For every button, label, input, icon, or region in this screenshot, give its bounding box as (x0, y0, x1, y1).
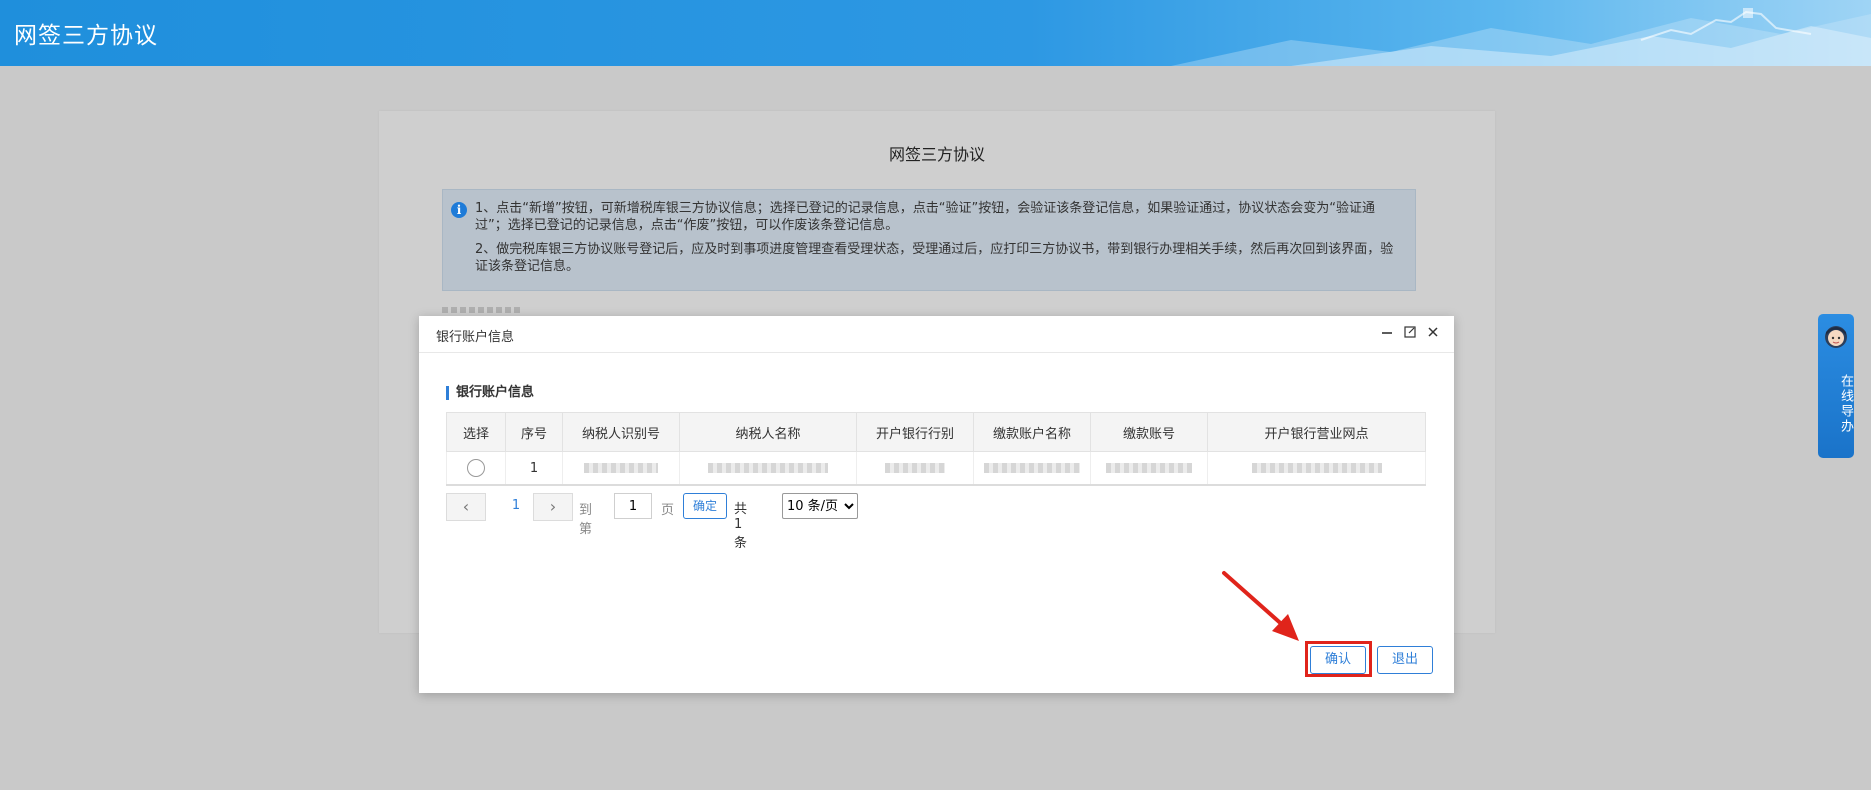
exit-button[interactable]: 退出 (1377, 646, 1433, 674)
column-header-index: 序号 (505, 412, 563, 452)
app-header: 网签三方协议 (0, 0, 1871, 66)
dialog-title: 银行账户信息 (436, 330, 515, 345)
column-header-taxpayer-name: 纳税人名称 (679, 412, 857, 452)
goto-confirm-button[interactable]: 确定 (683, 493, 727, 519)
redacted-value (885, 463, 945, 473)
close-icon[interactable] (1425, 325, 1441, 341)
table-header-row: 选择 序号 纳税人识别号 纳税人名称 开户银行行别 缴款账户名称 缴款账号 开户… (446, 412, 1426, 452)
assistant-avatar-icon (1825, 326, 1847, 348)
account-number-cell (1090, 451, 1208, 486)
dialog-header: 银行账户信息 (419, 316, 1454, 353)
info-icon: i (451, 202, 467, 218)
redacted-value (984, 463, 1080, 473)
account-name-cell (973, 451, 1091, 486)
notice-text-2: 2、做完税库银三方协议账号登记后，应及时到事项进度管理查看受理状态，受理通过后，… (475, 242, 1394, 274)
maximize-icon[interactable] (1402, 325, 1418, 341)
row-select-radio[interactable] (467, 459, 485, 477)
bank-branch-cell (1207, 451, 1426, 486)
redacted-value (1251, 463, 1382, 473)
obscured-section-title (442, 307, 522, 313)
taxpayer-id-cell (562, 451, 680, 486)
notice-box: i 1、点击“新增”按钮，可新增税库银三方协议信息；选择已登记的记录信息，点击“… (442, 189, 1416, 291)
total-count: 共 1 条 (734, 502, 748, 551)
confirm-button[interactable]: 确认 (1310, 646, 1366, 674)
great-wall-decoration (1171, 8, 1871, 66)
table-row[interactable]: 1 (446, 451, 1426, 486)
taxpayer-name-cell (679, 451, 857, 486)
page-label: 页 (661, 503, 675, 518)
prev-page-button[interactable]: ‹ (446, 493, 486, 521)
page-title: 网签三方协议 (888, 145, 985, 164)
bank-account-dialog: 银行账户信息 银行账户信息 选择 序号 纳税人识别号 纳税人名称 开户银行行别 … (419, 316, 1454, 693)
bank-account-table: 选择 序号 纳税人识别号 纳税人名称 开户银行行别 缴款账户名称 缴款账号 开户… (446, 412, 1426, 486)
column-header-account-name: 缴款账户名称 (973, 412, 1091, 452)
goto-page-input[interactable] (614, 493, 652, 519)
redacted-value (708, 463, 828, 473)
online-guide-widget[interactable]: 在线导办 (1818, 314, 1854, 458)
bank-type-cell (856, 451, 974, 486)
online-guide-label: 在线导办 (1838, 374, 1853, 434)
notice-text-1: 1、点击“新增”按钮，可新增税库银三方协议信息；选择已登记的记录信息，点击“验证… (475, 201, 1375, 233)
goto-label: 到第 (579, 503, 593, 537)
redacted-value (584, 463, 658, 473)
column-header-bank-branch: 开户银行营业网点 (1207, 412, 1426, 452)
redacted-value (1106, 463, 1192, 473)
page-size-select[interactable]: 10 条/页 (782, 493, 858, 519)
app-title: 网签三方协议 (14, 23, 158, 49)
page-number-current[interactable]: 1 (508, 498, 524, 513)
minimize-icon[interactable] (1379, 325, 1395, 341)
section-title: 银行账户信息 (446, 386, 534, 400)
next-page-button[interactable]: › (533, 493, 573, 521)
row-index: 1 (505, 451, 563, 486)
select-cell (446, 451, 506, 486)
column-header-select: 选择 (446, 412, 506, 452)
column-header-taxpayer-id: 纳税人识别号 (562, 412, 680, 452)
column-header-account-number: 缴款账号 (1090, 412, 1208, 452)
column-header-bank-type: 开户银行行别 (856, 412, 974, 452)
